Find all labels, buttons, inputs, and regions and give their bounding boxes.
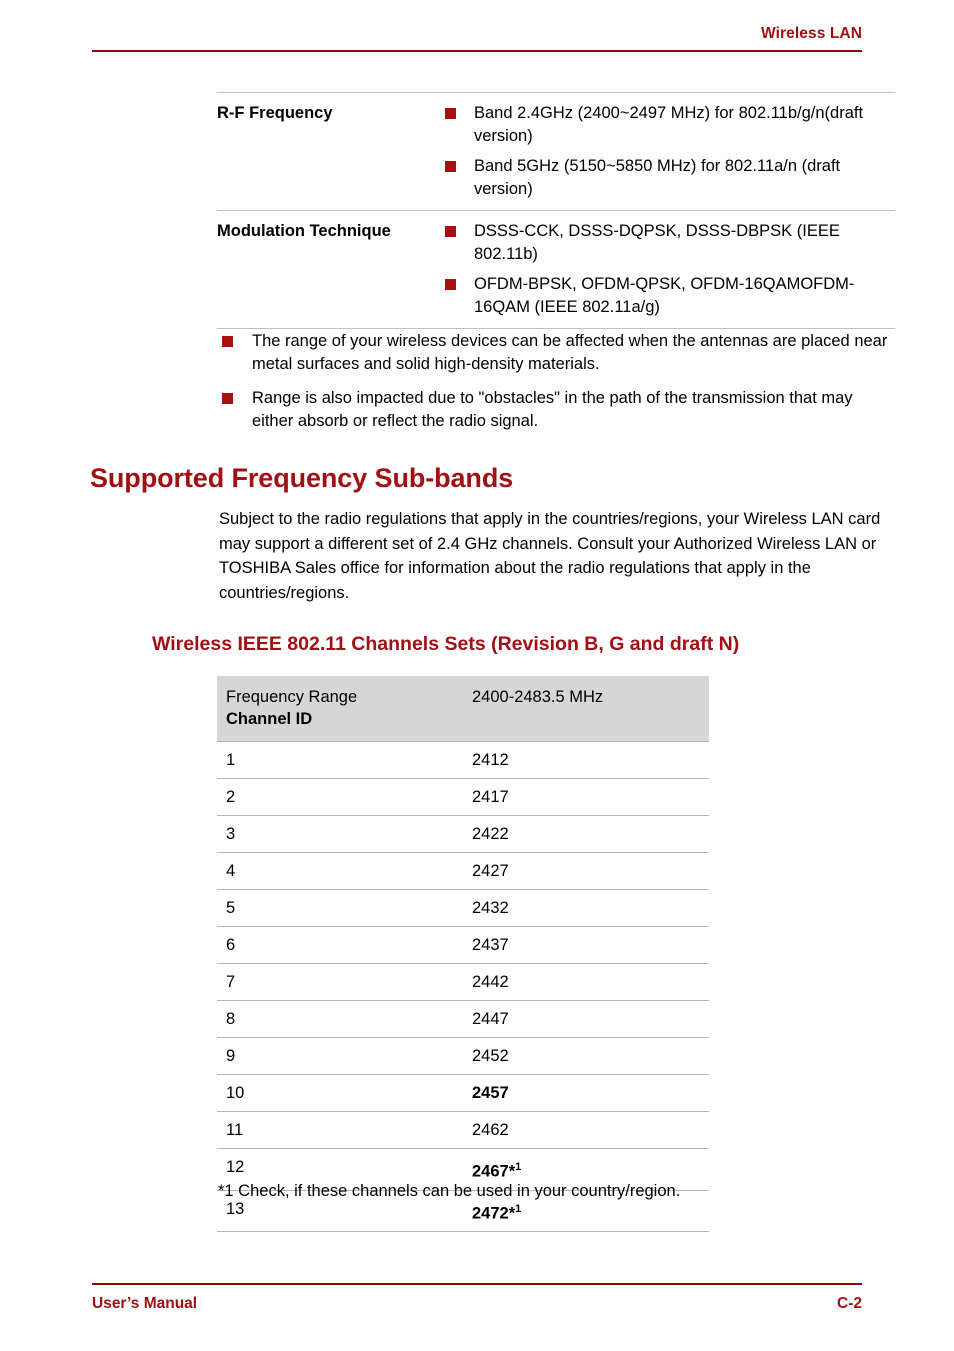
square-bullet-icon [445,279,456,290]
cell-frequency: 2422 [463,816,709,853]
cell-channel-id: 11 [226,1121,244,1139]
list-item: The range of your wireless devices can b… [222,330,894,375]
list-item-label: The range of your wireless devices can b… [252,332,888,373]
header-title: Wireless LAN [761,25,862,42]
cell-channel-id: 9 [226,1047,236,1065]
specification-table-body: R-F Frequency Band 2.4GHz (2400~2497 MHz… [217,92,895,329]
cell-channel-id: 4 [226,862,236,880]
table-row: 8 2447 [217,1000,709,1038]
frequency-value: 2472 [472,1204,509,1222]
cell-channel-id: 8 [226,1010,236,1028]
frequency-value: 2452 [472,1047,509,1065]
column-header-line1: Frequency Range [226,688,358,706]
table-row: Modulation Technique DSSS-CCK, DSSS-DQPS… [217,210,895,329]
page-footer: User’s Manual C-2 [92,1283,862,1314]
list-item: DSSS-CCK, DSSS-DQPSK, DSSS-DBPSK (IEEE 8… [445,220,895,265]
channel-table: Frequency Range Channel ID 2400-2483.5 M… [217,676,709,1232]
header-divider [92,50,862,52]
square-bullet-icon [222,336,233,347]
frequency-value: 2437 [472,936,509,954]
frequency-value: 2442 [472,973,509,991]
note-bullet-list: The range of your wireless devices can b… [222,330,894,444]
table-row: 10 2457 [217,1074,709,1112]
square-bullet-icon [445,226,456,237]
table-row: 2 2417 [217,778,709,816]
cell-frequency: 2452 [463,1038,709,1075]
cell-channel-id: 6 [226,936,236,954]
cell-frequency: 2457 [463,1075,709,1112]
frequency-value: 2417 [472,788,509,806]
list-item-label: Band 5GHz (5150~5850 MHz) for 802.11a/n … [474,157,841,198]
table-row: 11 2462 [217,1111,709,1149]
cell-frequency: 2447 [463,1001,709,1038]
document-page: Wireless LAN R-F Frequency Band 2.4GHz (… [0,0,954,1351]
list-item: OFDM-BPSK, OFDM-QPSK, OFDM-16QAMOFDM-16Q… [445,273,895,318]
channel-table-head: Frequency Range Channel ID 2400-2483.5 M… [217,676,709,742]
table-row: 3 2422 [217,815,709,853]
cell-channel-id: 7 [226,973,236,991]
footnote-marker: 1 [515,1161,522,1173]
frequency-value: 2412 [472,751,509,769]
square-bullet-icon [222,393,233,404]
footer-manual-label: User’s Manual [92,1295,198,1312]
frequency-value: 2427 [472,862,509,880]
column-header-frequency-range: 2400-2483.5 MHz [472,688,604,706]
list-item: Range is also impacted due to "obstacles… [222,387,894,432]
list-item: Band 5GHz (5150~5850 MHz) for 802.11a/n … [445,155,895,200]
cell-frequency: 2427 [463,853,709,890]
specification-table: R-F Frequency Band 2.4GHz (2400~2497 MHz… [217,92,895,329]
section-paragraph: Subject to the radio regulations that ap… [219,510,881,602]
table-row: 6 2437 [217,926,709,964]
table-header-row: Frequency Range Channel ID 2400-2483.5 M… [217,676,709,742]
channel-table-body: 1 2412 2 2417 3 2422 4 2427 5 2432 6 2437 7 2442 8 2447… [217,741,709,1232]
cell-channel-id: 2 [226,788,236,806]
cell-channel-id: 3 [226,825,236,843]
spec-label: R-F Frequency [217,104,333,122]
table-footnote: *1 Check, if these channels can be used … [218,1182,681,1200]
spec-value: DSSS-CCK, DSSS-DQPSK, DSSS-DBPSK (IEEE 8… [445,211,895,329]
cell-channel-id: 1 [226,751,236,769]
table-row: 9 2452 [217,1037,709,1075]
frequency-value: 2467 [472,1162,509,1181]
frequency-value: 2462 [472,1121,509,1139]
cell-frequency: 2432 [463,890,709,927]
cell-frequency: 2442 [463,964,709,1001]
cell-channel-id: 5 [226,899,236,917]
list-item-label: DSSS-CCK, DSSS-DQPSK, DSSS-DBPSK (IEEE 8… [474,222,840,263]
column-header-line2: Channel ID [226,710,313,728]
cell-frequency: 2437 [463,927,709,964]
table-row: 5 2432 [217,889,709,927]
footnote-marker: 1 [515,1202,522,1215]
cell-frequency: 2462 [463,1112,709,1149]
frequency-value: 2422 [472,825,509,843]
list-item-label: Range is also impacted due to "obstacles… [252,389,853,430]
list-item: Band 2.4GHz (2400~2497 MHz) for 802.11b/… [445,102,895,147]
frequency-value: 2457 [472,1084,509,1102]
table-row: 4 2427 [217,852,709,890]
square-bullet-icon [445,108,456,119]
list-item-label: Band 2.4GHz (2400~2497 MHz) for 802.11b/… [474,104,864,145]
subsection-title: Wireless IEEE 802.11 Channels Sets (Revi… [152,633,740,655]
column-header-channel-id: Frequency Range Channel ID [217,676,463,742]
spec-label: Modulation Technique [217,222,391,240]
frequency-value: 2432 [472,899,509,917]
table-row: 1 2412 [217,741,709,779]
footer-divider [92,1283,862,1285]
cell-frequency: 2417 [463,779,709,816]
table-row: 7 2442 [217,963,709,1001]
cell-channel-id: 10 [226,1084,245,1102]
page-title: Supported Frequency Sub-bands [90,463,514,493]
cell-frequency: 2412 [463,742,709,779]
frequency-value: 2447 [472,1010,509,1028]
list-item-label: OFDM-BPSK, OFDM-QPSK, OFDM-16QAMOFDM-16Q… [474,275,855,316]
square-bullet-icon [445,161,456,172]
page-header: Wireless LAN [92,24,862,52]
footer-page-number: C-2 [837,1295,862,1312]
table-row: R-F Frequency Band 2.4GHz (2400~2497 MHz… [217,92,895,211]
spec-value: Band 2.4GHz (2400~2497 MHz) for 802.11b/… [445,93,895,211]
footer-row: User’s Manual C-2 [92,1294,862,1314]
